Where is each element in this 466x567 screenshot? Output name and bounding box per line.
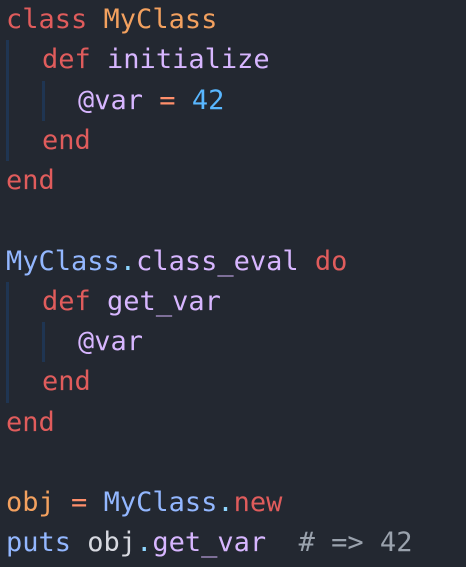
method-name: get_var: [107, 285, 221, 317]
code-line-13: obj = MyClass.new: [0, 483, 466, 523]
method-name: initialize: [107, 44, 270, 76]
keyword-class: class: [6, 4, 88, 35]
local-variable: obj: [6, 487, 55, 518]
keyword-end: end: [42, 366, 91, 398]
constant: MyClass: [103, 487, 218, 518]
indent-guide: [6, 362, 9, 403]
assign-operator: =: [71, 487, 88, 518]
keyword-do: do: [314, 245, 348, 277]
indent-guide: [6, 322, 9, 363]
code-line-5: end: [0, 161, 466, 201]
indent-guide: [6, 281, 9, 322]
indent-guide: [6, 120, 9, 161]
dot-operator: .: [217, 487, 234, 518]
keyword-def: def: [42, 285, 91, 317]
method-call: get_var: [152, 527, 267, 559]
code-line-10: end: [0, 362, 466, 403]
instance-variable: @var: [78, 84, 144, 116]
instance-variable: @var: [78, 326, 144, 357]
code-line-14: puts obj.get_var # => 42: [0, 523, 466, 563]
code-line-2: def initialize: [0, 40, 466, 81]
keyword-end: end: [6, 165, 55, 196]
assign-operator: =: [159, 84, 176, 116]
keyword-end: end: [6, 406, 55, 438]
code-line-4: end: [0, 120, 466, 161]
indent-guide: [6, 80, 9, 121]
method-call: class_eval: [136, 245, 299, 277]
indent-guide: [42, 322, 45, 363]
code-line-11: end: [0, 403, 466, 443]
keyword-end: end: [42, 124, 91, 156]
number-literal: 42: [191, 84, 225, 116]
code-line-9: @var: [0, 322, 466, 363]
keyword-def: def: [42, 44, 91, 76]
code-line-8: def get_var: [0, 281, 466, 322]
indent-guide: [6, 40, 9, 81]
code-line-1: class MyClass: [0, 0, 466, 40]
dot-operator: .: [119, 245, 137, 277]
method-new: new: [233, 487, 283, 518]
code-editor: class MyClass def initialize @var = 42 e…: [0, 0, 466, 567]
class-name: MyClass: [103, 4, 218, 35]
code-line-3: @var = 42: [0, 80, 466, 121]
comment: # => 42: [298, 527, 413, 559]
constant: MyClass: [6, 245, 120, 277]
method-puts: puts: [6, 527, 72, 559]
code-line-7: MyClass.class_eval do: [0, 242, 466, 282]
indent-guide: [42, 80, 45, 121]
local-variable: obj: [87, 527, 137, 559]
dot-operator: .: [136, 527, 153, 559]
